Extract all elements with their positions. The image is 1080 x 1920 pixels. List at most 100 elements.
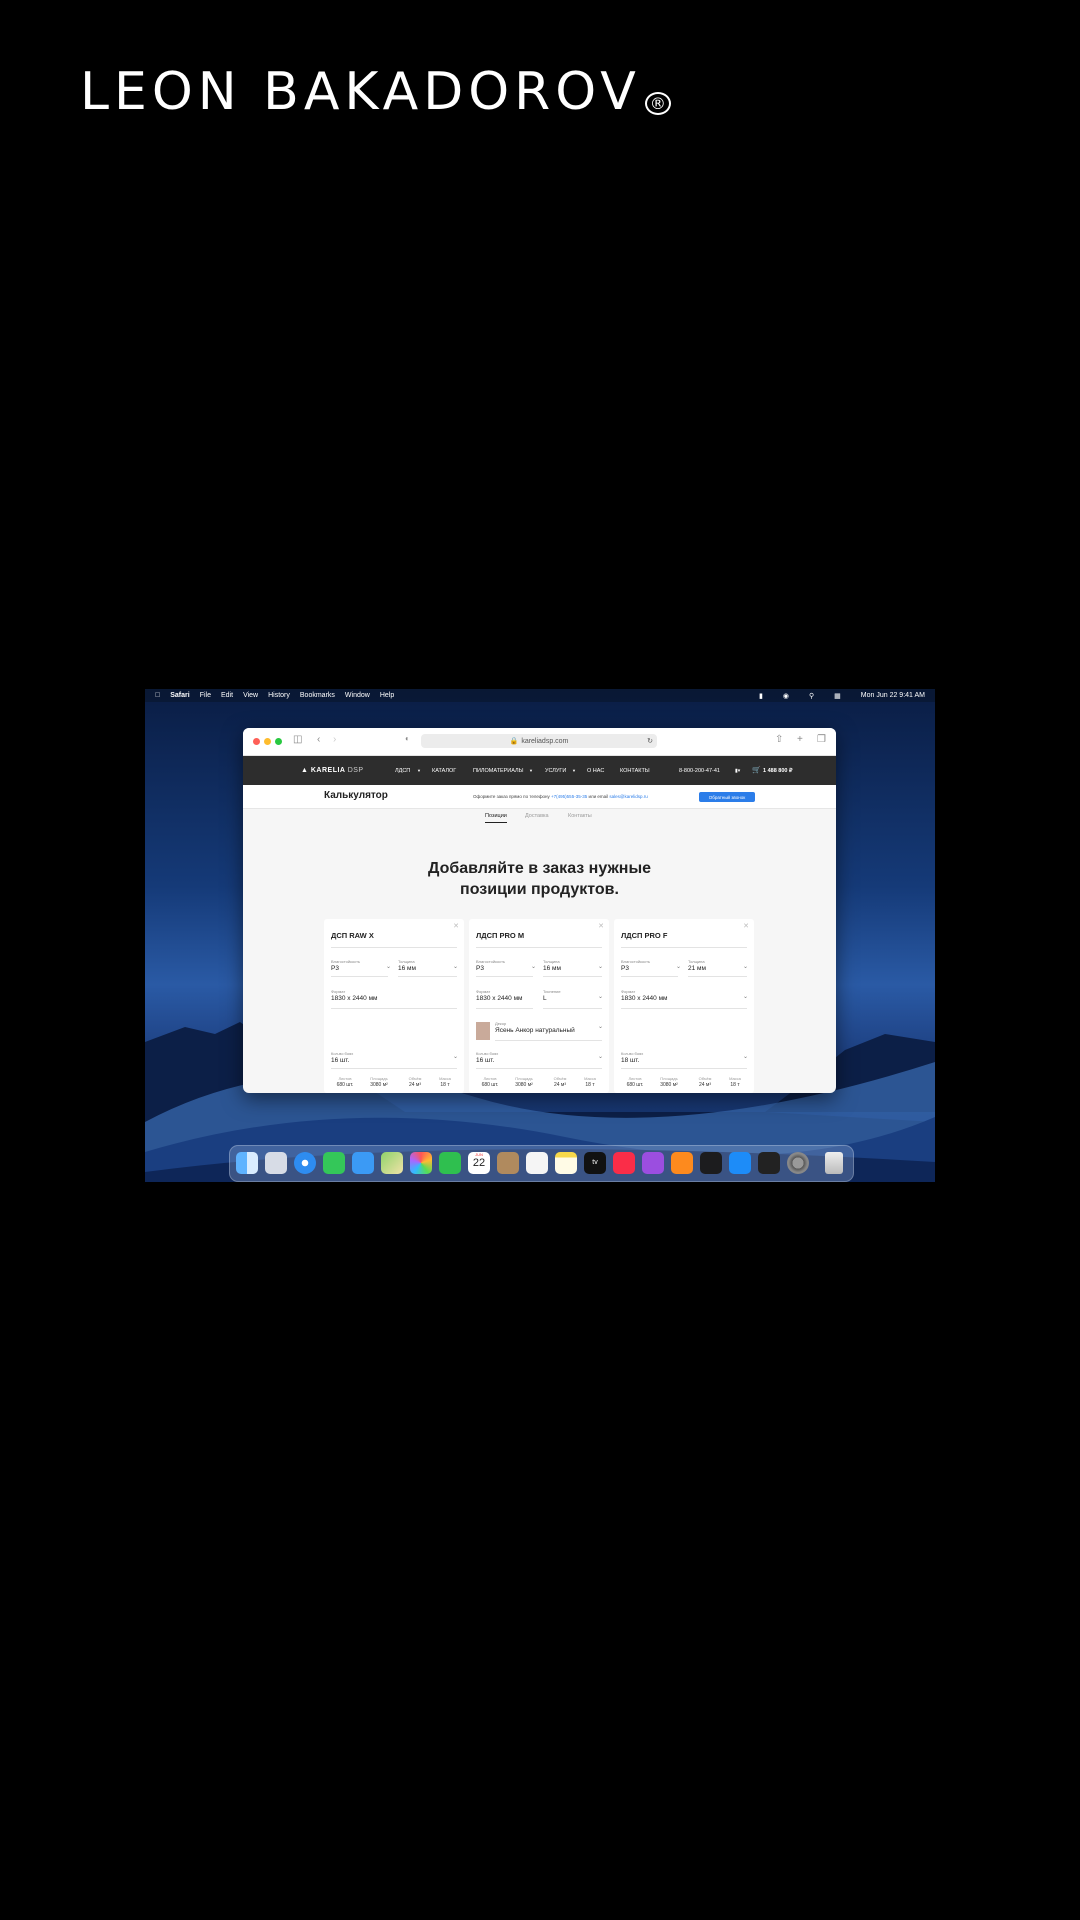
privacy-shield-icon[interactable]: ◐ (405, 734, 410, 743)
contacts-icon[interactable] (497, 1152, 519, 1174)
photos-icon[interactable] (410, 1152, 432, 1174)
minimize-window-button[interactable] (264, 738, 271, 745)
app-store-icon[interactable] (729, 1152, 751, 1174)
menu-view[interactable]: View (243, 692, 258, 699)
quantity-select[interactable]: Кол-во боях 16 шт. (476, 1051, 498, 1064)
menu-app-safari[interactable]: Safari (170, 692, 189, 699)
remove-card-icon[interactable]: ✕ (453, 922, 459, 930)
menu-datetime[interactable]: Mon Jun 22 9:41 AM (861, 692, 925, 699)
quantity-select[interactable]: Кол-во боях 18 шт. (621, 1051, 643, 1064)
menu-edit[interactable]: Edit (221, 692, 233, 699)
menu-file[interactable]: File (200, 692, 211, 699)
divider (621, 947, 747, 948)
new-tab-icon[interactable]: + (797, 734, 803, 745)
terminal-icon[interactable] (758, 1152, 780, 1174)
stat-value: 24 м³ (698, 1082, 712, 1088)
control-center-icon[interactable]: ▦ (834, 692, 841, 700)
safari-icon[interactable] (294, 1152, 316, 1174)
thickness-select[interactable]: Толщина 16 мм (398, 959, 416, 972)
thickness-select[interactable]: Толщина 21 мм (688, 959, 706, 972)
facetime-icon[interactable] (439, 1152, 461, 1174)
menu-window[interactable]: Window (345, 692, 370, 699)
cart-total[interactable]: 1 488 800 ₽ (763, 768, 793, 774)
nav-about[interactable]: О НАС (587, 768, 604, 774)
address-bar[interactable]: 🔒 kareliadsp.com ↻ (421, 734, 657, 748)
stat-value: 18 т (585, 1082, 595, 1088)
share-icon[interactable]: ⇧ (775, 734, 783, 745)
reminders-icon[interactable] (526, 1152, 548, 1174)
nav-ldsp[interactable]: ЛДСП (395, 768, 410, 774)
stat-label: Объём (698, 1076, 712, 1081)
divider (331, 976, 388, 977)
nav-catalog[interactable]: КАТАЛОГ (432, 768, 456, 774)
messages-icon[interactable] (323, 1152, 345, 1174)
decor-select[interactable]: Декор Ясень Анкор натуральный (495, 1021, 575, 1034)
music-icon[interactable] (613, 1152, 635, 1174)
voice-memos-icon[interactable] (700, 1152, 722, 1174)
menu-help[interactable]: Help (380, 692, 394, 699)
thickness-select[interactable]: Толщина 16 мм (543, 959, 561, 972)
mail-icon[interactable] (352, 1152, 374, 1174)
stat-sheets: Листов 680 шт. (333, 1076, 357, 1088)
nav-services[interactable]: УСЛУГИ (545, 768, 566, 774)
remove-card-icon[interactable]: ✕ (598, 922, 604, 930)
moisture-select[interactable]: Влагостойкость P3 (621, 959, 650, 972)
format-field[interactable]: Формат 1830 x 2440 мм (476, 989, 523, 1002)
tab-contacts[interactable]: Контакты (568, 813, 592, 819)
launchpad-icon[interactable] (265, 1152, 287, 1174)
chevron-down-icon: ⌄ (676, 964, 682, 970)
tab-overview-icon[interactable]: ❐ (817, 734, 826, 745)
remove-card-icon[interactable]: ✕ (743, 922, 749, 930)
podcasts-icon[interactable] (642, 1152, 664, 1174)
brand-logo: LEON BAKADOROV ® (80, 62, 671, 122)
back-icon[interactable]: ‹ (317, 734, 320, 745)
apple-menu-icon[interactable]:  (155, 692, 160, 699)
divider (398, 976, 457, 977)
product-card: ✕ ЛДСП PRO M Влагостойкость P3 ⌄ Толщина 1… (469, 919, 609, 1093)
moisture-select[interactable]: Влагостойкость P3 (331, 959, 360, 972)
moisture-select[interactable]: Влагостойкость P3 (476, 959, 505, 972)
menu-bookmarks[interactable]: Bookmarks (300, 692, 335, 699)
chevron-down-icon: ⌄ (598, 964, 604, 970)
stat-label: Листов (628, 1076, 642, 1081)
wifi-icon[interactable]: ◉ (783, 692, 789, 700)
site-phone[interactable]: 8-800-200-47-41 (679, 768, 720, 774)
calculator-header: Калькулятор Оформите заказ прямо по теле… (243, 785, 836, 809)
maps-icon[interactable] (381, 1152, 403, 1174)
language-flag-icon[interactable]: ▮▾ (735, 768, 740, 774)
sidebar-icon[interactable]: ◫ (293, 734, 302, 745)
system-preferences-icon[interactable] (787, 1152, 809, 1174)
zoom-window-button[interactable] (275, 738, 282, 745)
calendar-day: 22 (472, 1157, 486, 1169)
finder-icon[interactable] (236, 1152, 258, 1174)
callback-button[interactable]: Обратный звонок (699, 792, 755, 802)
battery-icon[interactable]: ▮ (759, 692, 763, 700)
forward-icon[interactable]: › (333, 734, 336, 745)
decor-label: Декор (495, 1021, 507, 1026)
tab-positions[interactable]: Позиции (485, 813, 507, 823)
spotlight-icon[interactable]: ⚲ (809, 692, 814, 700)
order-email-link[interactable]: sales@karelidsp.ru (609, 794, 647, 799)
order-phone-link[interactable]: +7(495)555-35-35 (551, 794, 587, 799)
format-select[interactable]: Формат 1830 x 2440 мм (621, 989, 668, 1002)
browser-toolbar: ◫ ‹ › ◐ 🔒 kareliadsp.com ↻ ⇧ + ❐ (243, 728, 836, 756)
stat-label: Площадь (515, 1076, 533, 1081)
tab-delivery[interactable]: Доставка (525, 813, 549, 819)
reload-icon[interactable]: ↻ (647, 737, 653, 745)
close-window-button[interactable] (253, 738, 260, 745)
format-field[interactable]: Формат 1830 x 2440 мм (331, 989, 378, 1002)
texture-select[interactable]: Тиснение L (543, 989, 561, 1002)
menu-history[interactable]: History (268, 692, 290, 699)
calendar-icon[interactable]: JUN 22 (468, 1152, 490, 1174)
stat-label: Объём (408, 1076, 422, 1081)
books-icon[interactable] (671, 1152, 693, 1174)
site-logo[interactable]: ▲ KARELIA DSP (301, 767, 364, 774)
quantity-select[interactable]: Кол-во боях 16 шт. (331, 1051, 353, 1064)
tv-icon[interactable]: tv (584, 1152, 606, 1174)
chevron-down-icon: ⌄ (743, 964, 749, 970)
trash-icon[interactable] (825, 1152, 843, 1174)
nav-lumber[interactable]: ПИЛОМАТЕРИАЛЫ (473, 768, 524, 774)
nav-contacts[interactable]: КОНТАКТЫ (620, 768, 650, 774)
cart-icon[interactable]: 🛒 (752, 766, 761, 774)
notes-icon[interactable] (555, 1152, 577, 1174)
